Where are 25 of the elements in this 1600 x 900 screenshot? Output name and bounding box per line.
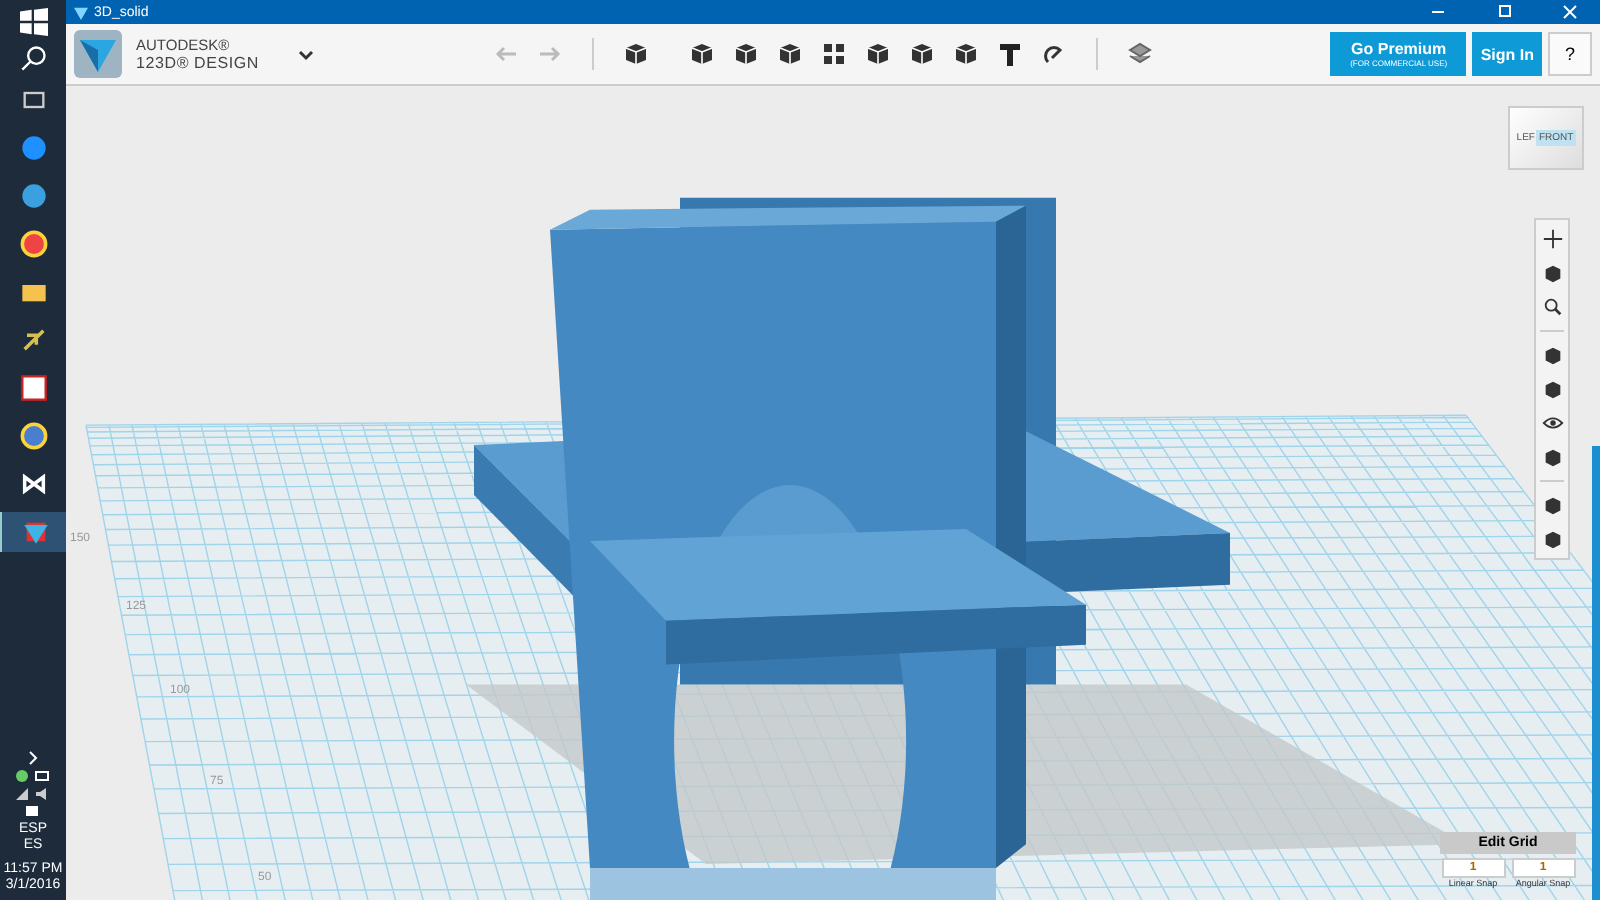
round-browser-icon — [19, 230, 47, 258]
help-button[interactable]: ? — [1548, 32, 1592, 76]
network-icon[interactable] — [14, 768, 31, 784]
close-icon[interactable] — [1558, 2, 1582, 22]
battery-icon[interactable] — [34, 768, 51, 784]
grid-dots-icon[interactable] — [819, 40, 848, 68]
chevron-icon[interactable] — [24, 750, 41, 766]
model-drawing[interactable] — [474, 197, 1230, 900]
cube-icon[interactable] — [687, 40, 716, 68]
zoom-icon[interactable] — [1541, 296, 1563, 318]
app-logo-icon[interactable] — [74, 30, 122, 78]
start-icon[interactable] — [19, 8, 47, 36]
message-icon[interactable] — [24, 804, 41, 820]
move-arrows-icon[interactable] — [1541, 228, 1563, 250]
wifi-icon[interactable] — [14, 786, 31, 802]
app-tile-icon — [19, 374, 47, 402]
app-logo-icon — [74, 5, 88, 19]
taskbar-app[interactable] — [0, 512, 68, 552]
solid-cube-icon[interactable] — [907, 40, 936, 68]
eye-icon[interactable] — [1541, 412, 1563, 434]
product-name: 123D® DESIGN — [136, 54, 260, 72]
text-tool-icon[interactable] — [995, 40, 1024, 68]
task-view-icon — [19, 86, 47, 114]
search-icon[interactable] — [19, 44, 47, 72]
speaker-icon[interactable] — [34, 786, 51, 802]
